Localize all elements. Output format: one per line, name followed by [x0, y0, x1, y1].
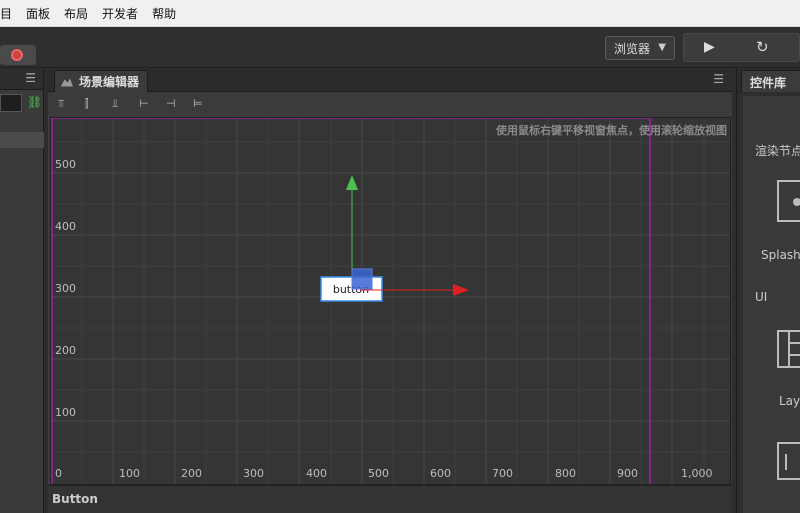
browser-select[interactable]: 浏览器 ▼ [605, 36, 675, 60]
menu-item-1[interactable]: 目 [0, 5, 12, 22]
scene-tabbar: 场景编辑器 ☰ [48, 68, 732, 92]
x-tick-label: 700 [492, 467, 513, 480]
y-tick-label: 100 [55, 406, 76, 419]
section-ui: UI [755, 290, 768, 304]
y-tick-label: 400 [55, 220, 76, 233]
grid-major [51, 118, 730, 484]
hierarchy-header: ☰ [0, 68, 43, 90]
menu-panel[interactable]: 面板 [26, 5, 50, 22]
scene-status-bar: Button [48, 485, 732, 513]
widget-library-panel: 控件库 渲染节点 Splash UI Layo [736, 68, 800, 513]
caret-down-icon: ▼ [658, 42, 666, 53]
x-tick-label: 100 [119, 467, 140, 480]
tab-widget-library[interactable]: 控件库 [741, 70, 800, 92]
align-left-icon[interactable]: ⊢ [139, 97, 153, 110]
y-tick-label: 300 [55, 282, 76, 295]
panel-menu-icon[interactable]: ☰ [25, 71, 36, 85]
x-tick-label: 500 [368, 467, 389, 480]
x-tick-label: 300 [243, 467, 264, 480]
y-tick-label: 500 [55, 158, 76, 171]
menu-developer[interactable]: 开发者 [102, 5, 138, 22]
hierarchy-selected-row[interactable] [0, 132, 44, 148]
record-button[interactable] [0, 45, 36, 65]
move-gizmo-x-arrow[interactable] [453, 284, 469, 296]
play-button[interactable]: ▶ [704, 39, 715, 55]
scene-canvas: 使用鼠标右键平移视窗焦点，使用滚轮缩放视图 500 400 300 200 10… [51, 118, 730, 484]
link-icon[interactable]: ⛓ [27, 95, 42, 109]
widget-icon[interactable] [777, 442, 800, 480]
x-tick-label: 800 [555, 467, 576, 480]
y-tick-label: 200 [55, 344, 76, 357]
align-bottom-icon[interactable]: ⫫ [112, 97, 126, 110]
widget-library-tabbar: 控件库 [737, 68, 800, 92]
widget-library-content: 渲染节点 Splash UI Layo [743, 96, 800, 513]
x-tick-label: 900 [617, 467, 638, 480]
splash-widget-icon[interactable] [777, 180, 800, 222]
widget-layout-label: Layo [779, 394, 800, 408]
align-right-icon[interactable]: ⊨ [193, 97, 207, 110]
tab-scene-editor[interactable]: 场景编辑器 [54, 70, 149, 92]
tab-scene-editor-label: 场景编辑器 [79, 75, 140, 89]
move-gizmo-y-arrow[interactable] [346, 175, 358, 190]
scene-editor-panel: 场景编辑器 ☰ ⫪ ⫿ ⫫ ⊢ ⊣ ⊨ 使用鼠标右键平移视窗焦点，使用滚轮缩放视… [48, 68, 732, 513]
menu-layout[interactable]: 布局 [64, 5, 88, 22]
panel-menu-icon[interactable]: ☰ [713, 72, 724, 86]
x-tick-label: 600 [430, 467, 451, 480]
x-tick-label: 0 [55, 467, 62, 480]
x-tick-label: 1,000 [681, 467, 713, 480]
record-icon [11, 49, 23, 61]
run-controls: ▶ ↻ [683, 33, 800, 62]
scene-icon [61, 78, 73, 87]
align-top-icon[interactable]: ⫪ [58, 97, 72, 110]
align-vcenter-icon[interactable]: ⫿ [85, 97, 99, 110]
selected-node-name: Button [52, 492, 98, 506]
menu-help[interactable]: 帮助 [152, 5, 176, 22]
viewport-hint: 使用鼠标右键平移视窗焦点，使用滚轮缩放视图 [495, 123, 727, 137]
move-gizmo-center-handle[interactable] [351, 268, 373, 290]
x-tick-label: 200 [181, 467, 202, 480]
scene-viewport[interactable]: 使用鼠标右键平移视窗焦点，使用滚轮缩放视图 500 400 300 200 10… [50, 117, 731, 485]
align-hcenter-icon[interactable]: ⊣ [166, 97, 180, 110]
top-toolbar [0, 27, 800, 68]
align-toolbar: ⫪ ⫿ ⫫ ⊢ ⊣ ⊨ [48, 92, 732, 116]
x-tick-label: 400 [306, 467, 327, 480]
section-render-nodes: 渲染节点 [755, 144, 800, 158]
browser-select-label: 浏览器 [614, 41, 651, 56]
menu-bar: 目 面板 布局 开发者 帮助 [0, 0, 800, 27]
hierarchy-panel: ☰ ⛓ [0, 68, 44, 513]
hierarchy-search-input[interactable] [0, 94, 22, 112]
layout-widget-icon[interactable] [777, 330, 800, 368]
widget-splash-label: Splash [761, 248, 800, 262]
refresh-button[interactable]: ↻ [756, 38, 769, 56]
